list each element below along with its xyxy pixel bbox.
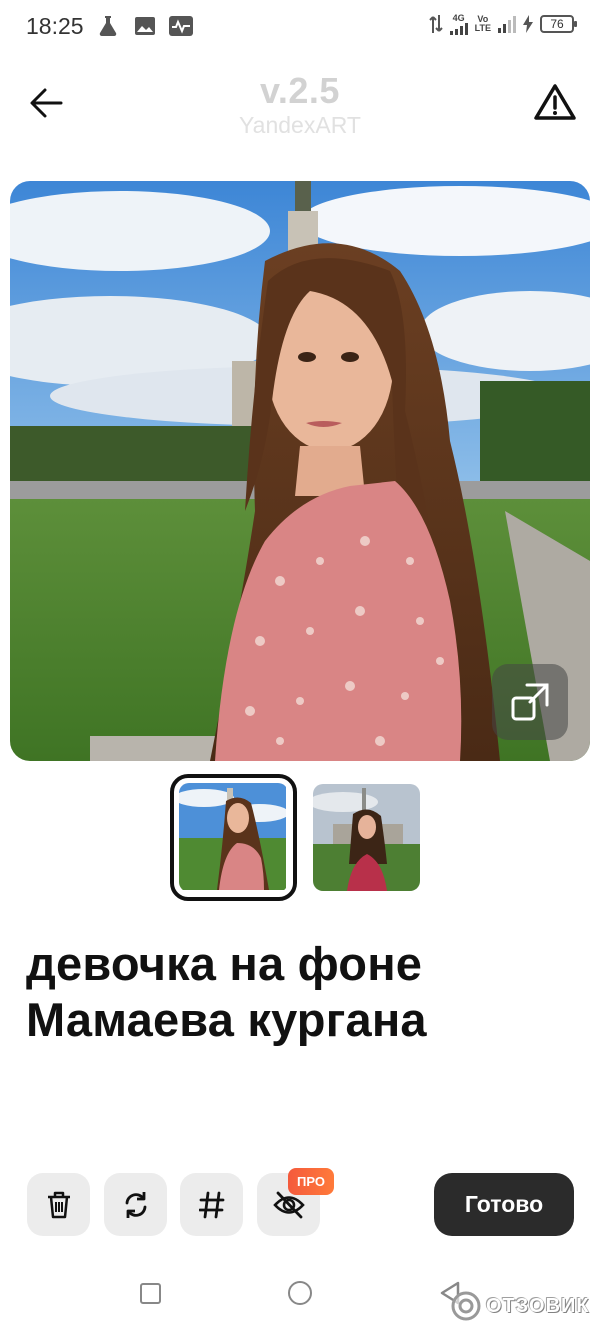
delete-button[interactable] bbox=[27, 1173, 90, 1236]
hashtag-icon bbox=[198, 1191, 224, 1218]
data-transfer-icon bbox=[428, 15, 443, 33]
recent-apps-button[interactable] bbox=[140, 1283, 161, 1304]
warning-triangle-icon[interactable] bbox=[532, 80, 578, 126]
signal-volte: Vo LTE bbox=[475, 15, 491, 33]
model-version: v.2.5 bbox=[260, 70, 340, 111]
signal-4g: 4G bbox=[449, 12, 468, 35]
refresh-icon bbox=[125, 1191, 146, 1218]
status-bar: 18:25 4G Vo LTE 76 bbox=[0, 0, 600, 56]
header: v.2.5 YandexART bbox=[0, 62, 600, 152]
prompt-text: девочка на фоне Мамаева кургана bbox=[26, 936, 576, 1048]
regenerate-button[interactable] bbox=[104, 1173, 167, 1236]
image-notification-icon bbox=[135, 17, 155, 35]
thumbnail-2[interactable] bbox=[313, 784, 420, 891]
volte-label-bottom: LTE bbox=[474, 23, 491, 33]
trash-icon bbox=[47, 1191, 70, 1218]
prompt-line-2: Мамаева кургана bbox=[26, 993, 427, 1046]
thumbnail-selected[interactable] bbox=[170, 774, 297, 901]
model-name: YandexART bbox=[239, 112, 361, 138]
pro-badge: ПРО bbox=[288, 1168, 334, 1195]
activity-icon bbox=[169, 16, 193, 36]
battery-indicator: 76 bbox=[540, 15, 577, 33]
status-indicators: 4G Vo LTE 76 bbox=[428, 12, 577, 35]
signal-bars-icon bbox=[498, 15, 516, 33]
thumbnail-image-1 bbox=[179, 783, 288, 890]
charging-icon bbox=[523, 15, 533, 33]
done-button[interactable]: Готово bbox=[434, 1173, 574, 1236]
expand-icon bbox=[511, 683, 549, 721]
flask-icon bbox=[99, 16, 117, 37]
hashtag-button[interactable] bbox=[180, 1173, 243, 1236]
thumbnail-image-2 bbox=[313, 784, 420, 891]
network-type-label: 4G bbox=[452, 12, 465, 23]
watermark: ОТЗОВИК bbox=[450, 1290, 590, 1322]
status-time: 18:25 bbox=[26, 13, 84, 39]
watermark-text: ОТЗОВИК bbox=[486, 1294, 590, 1317]
home-button[interactable] bbox=[288, 1281, 312, 1305]
otzovik-logo-icon bbox=[451, 1291, 481, 1321]
prompt-line-1: девочка на фоне bbox=[26, 937, 423, 990]
expand-image-button[interactable] bbox=[492, 664, 568, 740]
